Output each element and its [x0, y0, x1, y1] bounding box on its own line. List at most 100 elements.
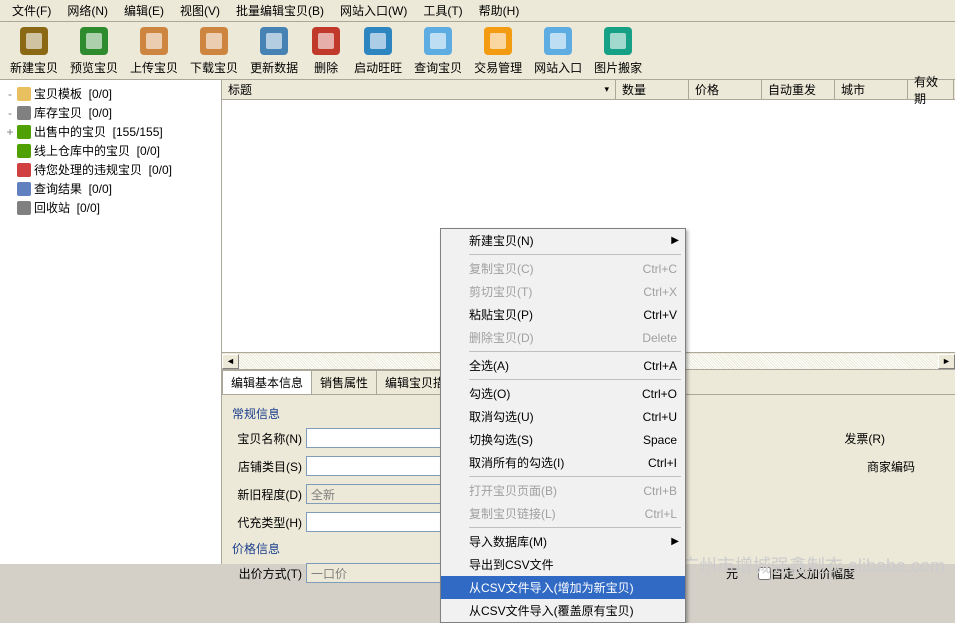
- menu-network[interactable]: 网络(N): [59, 0, 116, 21]
- tree-expander-icon[interactable]: [4, 163, 16, 177]
- search-item-label: 查询宝贝: [414, 59, 462, 76]
- tree-item[interactable]: -宝贝模板 [0/0]: [4, 84, 217, 103]
- label-proxy-type: 代充类型(H): [232, 514, 302, 531]
- tree-node-icon: [16, 143, 32, 159]
- context-menu-item[interactable]: 粘贴宝贝(P)Ctrl+V: [441, 303, 685, 326]
- upload-item-button[interactable]: 上传宝贝: [124, 23, 184, 78]
- label-bid-type: 出价方式(T): [232, 565, 302, 582]
- column-header[interactable]: 数量: [616, 80, 689, 99]
- tree-expander-icon[interactable]: -: [4, 106, 16, 120]
- menu-shortcut: Space: [643, 433, 677, 447]
- menu-site[interactable]: 网站入口(W): [332, 0, 415, 21]
- menu-item-label: 导入数据库(M): [469, 533, 547, 550]
- tree-item[interactable]: 回收站 [0/0]: [4, 198, 217, 217]
- context-menu-item: 复制宝贝(C) Ctrl+C: [441, 257, 685, 280]
- tree-expander-icon[interactable]: [4, 144, 16, 158]
- context-menu-item: 剪切宝贝(T) Ctrl+X: [441, 280, 685, 303]
- menu-item-label: 全选(A): [469, 357, 509, 374]
- menu-view[interactable]: 视图(V): [172, 0, 228, 21]
- start-ww-button[interactable]: 启动旺旺: [348, 23, 408, 78]
- trade-mgmt-icon: [482, 25, 514, 57]
- input-shop-cat[interactable]: [306, 456, 446, 476]
- tree-expander-icon[interactable]: [4, 182, 16, 196]
- search-item-button[interactable]: 查询宝贝: [408, 23, 468, 78]
- tree-node-label: 待您处理的违规宝贝 [0/0]: [34, 161, 172, 178]
- tree-node-icon: [16, 105, 32, 121]
- tree-item[interactable]: 查询结果 [0/0]: [4, 179, 217, 198]
- tree-expander-icon[interactable]: [4, 201, 16, 215]
- column-header[interactable]: 有效期: [908, 80, 954, 99]
- column-header[interactable]: 价格: [689, 80, 762, 99]
- tree-item[interactable]: +出售中的宝贝 [155/155]: [4, 122, 217, 141]
- context-menu-item[interactable]: 从CSV文件导入(增加为新宝贝): [441, 576, 685, 599]
- menu-batch[interactable]: 批量编辑宝贝(B): [228, 0, 332, 21]
- menu-file[interactable]: 文件(F): [4, 0, 59, 21]
- label-unit-yuan: 元: [726, 565, 738, 582]
- delete-button[interactable]: 删除: [304, 23, 348, 78]
- menu-shortcut: Ctrl+A: [643, 359, 677, 373]
- menu-separator: [469, 527, 681, 528]
- context-menu-item[interactable]: 切换勾选(S) Space: [441, 428, 685, 451]
- image-move-button[interactable]: 图片搬家: [588, 23, 648, 78]
- update-data-button[interactable]: 更新数据: [244, 23, 304, 78]
- tree-node-icon: [16, 162, 32, 178]
- tree-item[interactable]: 待您处理的违规宝贝 [0/0]: [4, 160, 217, 179]
- context-menu: 新建宝贝(N)▶ 复制宝贝(C) Ctrl+C 剪切宝贝(T) Ctrl+X 粘贴宝贝(P…: [440, 228, 686, 623]
- column-label: 价格: [695, 81, 719, 98]
- menu-item-label: 剪切宝贝(T): [469, 283, 532, 300]
- context-menu-item[interactable]: 新建宝贝(N)▶: [441, 229, 685, 252]
- download-item-label: 下载宝贝: [190, 59, 238, 76]
- delete-icon: [310, 25, 342, 57]
- menu-edit[interactable]: 编辑(E): [116, 0, 172, 21]
- column-label: 标题: [228, 81, 252, 98]
- tree-item[interactable]: -库存宝贝 [0/0]: [4, 103, 217, 122]
- image-move-label: 图片搬家: [594, 59, 642, 76]
- tree-item[interactable]: 线上仓库中的宝贝 [0/0]: [4, 141, 217, 160]
- menu-tools[interactable]: 工具(T): [415, 0, 470, 21]
- download-item-button[interactable]: 下载宝贝: [184, 23, 244, 78]
- preview-item-button[interactable]: 预览宝贝: [64, 23, 124, 78]
- context-menu-item[interactable]: 导出到CSV文件: [441, 553, 685, 576]
- sidebar: -宝贝模板 [0/0]-库存宝贝 [0/0]+出售中的宝贝 [155/155] …: [0, 80, 222, 564]
- context-menu-item[interactable]: 取消勾选(U)Ctrl+U: [441, 405, 685, 428]
- menu-shortcut: Ctrl+C: [643, 262, 677, 276]
- trade-mgmt-button[interactable]: 交易管理: [468, 23, 528, 78]
- tree-expander-icon[interactable]: +: [4, 125, 16, 139]
- menu-item-label: 切换勾选(S): [469, 431, 533, 448]
- menu-item-label: 复制宝贝(C): [469, 260, 534, 277]
- menu-item-label: 导出到CSV文件: [469, 556, 554, 573]
- tab-basic-info[interactable]: 编辑基本信息: [222, 370, 312, 394]
- new-item-icon: [18, 25, 50, 57]
- download-item-icon: [198, 25, 230, 57]
- context-menu-item: 复制宝贝链接(L)Ctrl+L: [441, 502, 685, 525]
- scroll-left-icon[interactable]: ◄: [222, 354, 239, 369]
- column-label: 数量: [622, 81, 646, 98]
- menu-shortcut: Ctrl+X: [643, 285, 677, 299]
- checkbox-custom-markup[interactable]: [758, 567, 771, 580]
- column-label: 自动重发: [768, 81, 816, 98]
- delete-label: 删除: [314, 59, 338, 76]
- site-entry-button[interactable]: 网站入口: [528, 23, 588, 78]
- scroll-right-icon[interactable]: ►: [938, 354, 955, 369]
- context-menu-item[interactable]: 全选(A) Ctrl+A: [441, 354, 685, 377]
- tree-node-label: 回收站 [0/0]: [34, 199, 100, 216]
- column-header[interactable]: 城市: [835, 80, 908, 99]
- context-menu-item[interactable]: 取消所有的勾选(I)Ctrl+I: [441, 451, 685, 474]
- column-label: 城市: [841, 81, 865, 98]
- column-header[interactable]: 标题▾: [222, 80, 616, 99]
- menu-help[interactable]: 帮助(H): [471, 0, 528, 21]
- tree-node-icon: [16, 124, 32, 140]
- input-proxy-type[interactable]: [306, 512, 446, 532]
- tab-sale-attr[interactable]: 销售属性: [311, 370, 377, 394]
- context-menu-item[interactable]: 勾选(O)Ctrl+O: [441, 382, 685, 405]
- input-item-name[interactable]: [306, 428, 446, 448]
- preview-item-icon: [78, 25, 110, 57]
- label-shop-cat: 店铺类目(S): [232, 458, 302, 475]
- new-item-label: 新建宝贝: [10, 59, 58, 76]
- label-item-name: 宝贝名称(N): [232, 430, 302, 447]
- column-header[interactable]: 自动重发: [762, 80, 835, 99]
- new-item-button[interactable]: 新建宝贝: [4, 23, 64, 78]
- tree-expander-icon[interactable]: -: [4, 87, 16, 101]
- context-menu-item[interactable]: 导入数据库(M)▶: [441, 530, 685, 553]
- context-menu-item[interactable]: 从CSV文件导入(覆盖原有宝贝): [441, 599, 685, 622]
